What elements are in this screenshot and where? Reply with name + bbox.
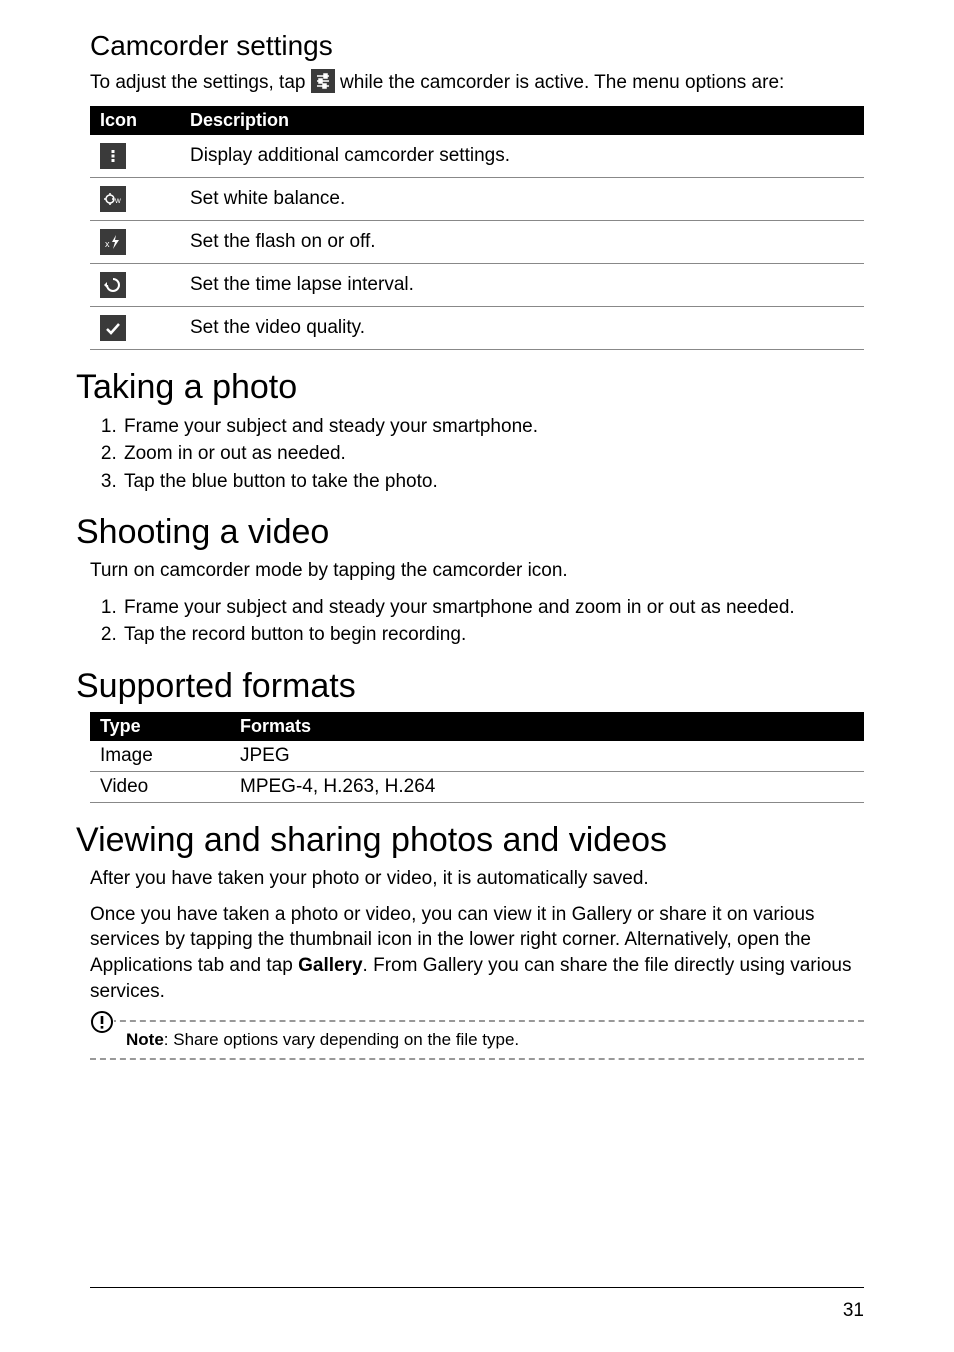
heading-supported-formats: Supported formats [76, 667, 864, 706]
format-value: JPEG [230, 741, 864, 772]
svg-text:w: w [114, 196, 121, 205]
table-row: Set the video quality. [90, 306, 864, 349]
list-item: Frame your subject and steady your smart… [122, 594, 864, 622]
settings-sliders-icon [311, 69, 335, 93]
table-row: w Set white balance. [90, 177, 864, 220]
formats-head-formats: Formats [230, 712, 864, 741]
svg-text:x: x [105, 239, 110, 249]
table-row: x Set the flash on or off. [90, 220, 864, 263]
page: Camcorder settings To adjust the setting… [0, 0, 954, 1352]
video-steps: Frame your subject and steady your smart… [90, 594, 864, 649]
format-type: Image [90, 741, 230, 772]
heading-shooting-video: Shooting a video [76, 513, 864, 552]
formats-table: Type Formats Image JPEG Video MPEG-4, H.… [90, 712, 864, 803]
list-item: Zoom in or out as needed. [122, 440, 864, 468]
settings-head-icon: Icon [90, 106, 180, 135]
table-row: Set the time lapse interval. [90, 263, 864, 306]
note-text: : Share options vary depending on the fi… [164, 1030, 519, 1049]
white-balance-icon: w [100, 186, 126, 212]
overflow-icon [100, 143, 126, 169]
alert-icon [90, 1010, 114, 1034]
viewing-p2-bold: Gallery [298, 955, 362, 976]
table-row: Display additional camcorder settings. [90, 135, 864, 178]
camcorder-intro: To adjust the settings, tap while the ca… [90, 70, 864, 96]
photo-steps: Frame your subject and steady your smart… [90, 413, 864, 496]
settings-desc: Set white balance. [180, 177, 864, 220]
viewing-p1: After you have taken your photo or video… [90, 866, 864, 892]
time-lapse-icon [100, 272, 126, 298]
table-row: Video MPEG-4, H.263, H.264 [90, 772, 864, 803]
camcorder-intro-before: To adjust the settings, tap [90, 72, 311, 93]
settings-desc: Display additional camcorder settings. [180, 135, 864, 178]
settings-table: Icon Description Display additional camc… [90, 106, 864, 350]
settings-desc: Set the video quality. [180, 306, 864, 349]
heading-viewing-sharing: Viewing and sharing photos and videos [76, 821, 864, 860]
note-label: Note [126, 1030, 164, 1049]
page-number: 31 [843, 1300, 864, 1322]
heading-camcorder-settings: Camcorder settings [90, 30, 864, 62]
settings-head-desc: Description [180, 106, 864, 135]
formats-head-type: Type [90, 712, 230, 741]
list-item: Tap the blue button to take the photo. [122, 468, 864, 496]
video-quality-icon [100, 315, 126, 341]
camcorder-intro-after: while the camcorder is active. The menu … [340, 72, 784, 93]
video-intro: Turn on camcorder mode by tapping the ca… [90, 558, 864, 584]
list-item: Tap the record button to begin recording… [122, 621, 864, 649]
list-item: Frame your subject and steady your smart… [122, 413, 864, 441]
flash-off-icon: x [100, 229, 126, 255]
viewing-p2: Once you have taken a photo or video, yo… [90, 902, 864, 1005]
settings-desc: Set the time lapse interval. [180, 263, 864, 306]
format-value: MPEG-4, H.263, H.264 [230, 772, 864, 803]
table-row: Image JPEG [90, 741, 864, 772]
heading-taking-photo: Taking a photo [76, 368, 864, 407]
note-block: Note: Share options vary depending on th… [90, 1020, 864, 1060]
settings-desc: Set the flash on or off. [180, 220, 864, 263]
format-type: Video [90, 772, 230, 803]
footer-rule [90, 1287, 864, 1288]
